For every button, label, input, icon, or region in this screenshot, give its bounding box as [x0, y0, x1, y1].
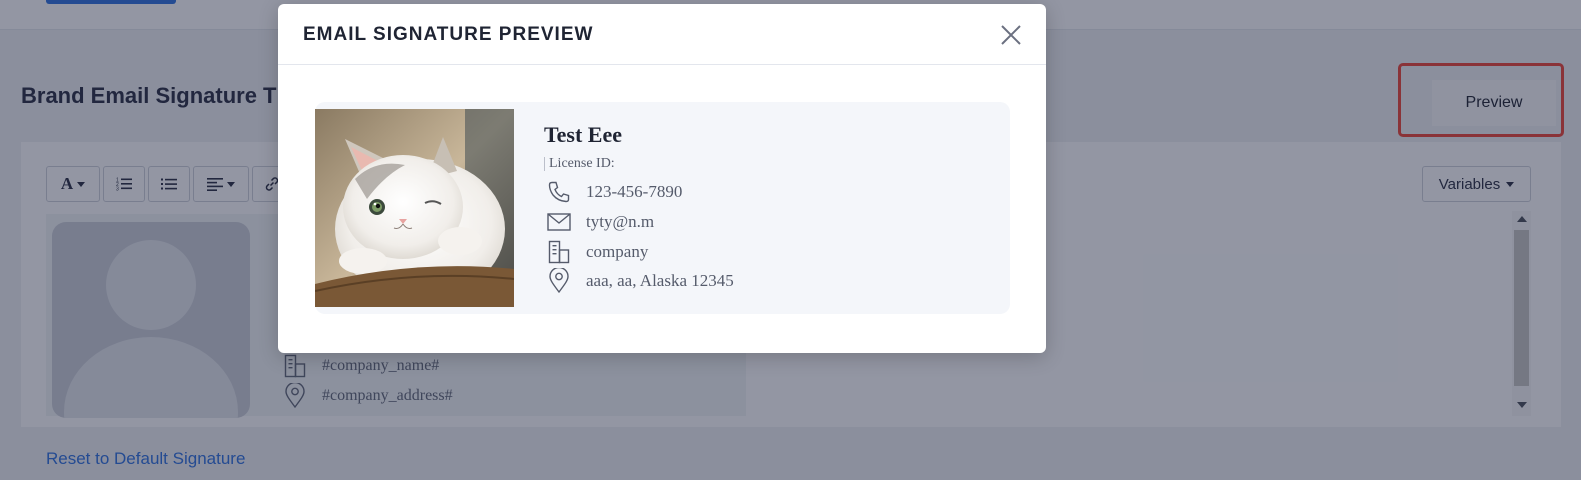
license-label: License ID:: [549, 156, 615, 171]
close-icon: [1001, 25, 1021, 45]
signature-email-row: tyty@n.m: [545, 208, 654, 235]
signature-preview-card: Test Eee License ID: 123-456-7890 tyty@n…: [315, 102, 1010, 314]
signature-address: aaa, aa, Alaska 12345: [586, 270, 734, 290]
location-pin-icon: [545, 267, 572, 294]
phone-icon: [545, 178, 572, 205]
signature-address-row: aaa, aa, Alaska 12345: [545, 267, 734, 294]
cat-photo-image: [315, 109, 514, 307]
license-divider: [544, 157, 545, 171]
signature-phone-row: 123-456-7890: [545, 178, 682, 205]
signature-photo: [315, 109, 514, 307]
signature-license: License ID:: [544, 156, 615, 172]
email-signature-preview-modal: EMAIL SIGNATURE PREVIEW Test Eee License…: [278, 4, 1046, 353]
modal-title: EMAIL SIGNATURE PREVIEW: [303, 24, 594, 45]
signature-name: Test Eee: [544, 122, 623, 147]
signature-email: tyty@n.m: [586, 211, 655, 231]
signature-phone: 123-456-7890: [586, 181, 683, 201]
email-icon: [545, 208, 572, 235]
close-button[interactable]: [997, 21, 1025, 49]
modal-header: EMAIL SIGNATURE PREVIEW: [278, 4, 1046, 65]
signature-company-row: company: [545, 238, 648, 265]
building-icon: [545, 238, 572, 265]
signature-company: company: [586, 241, 649, 261]
